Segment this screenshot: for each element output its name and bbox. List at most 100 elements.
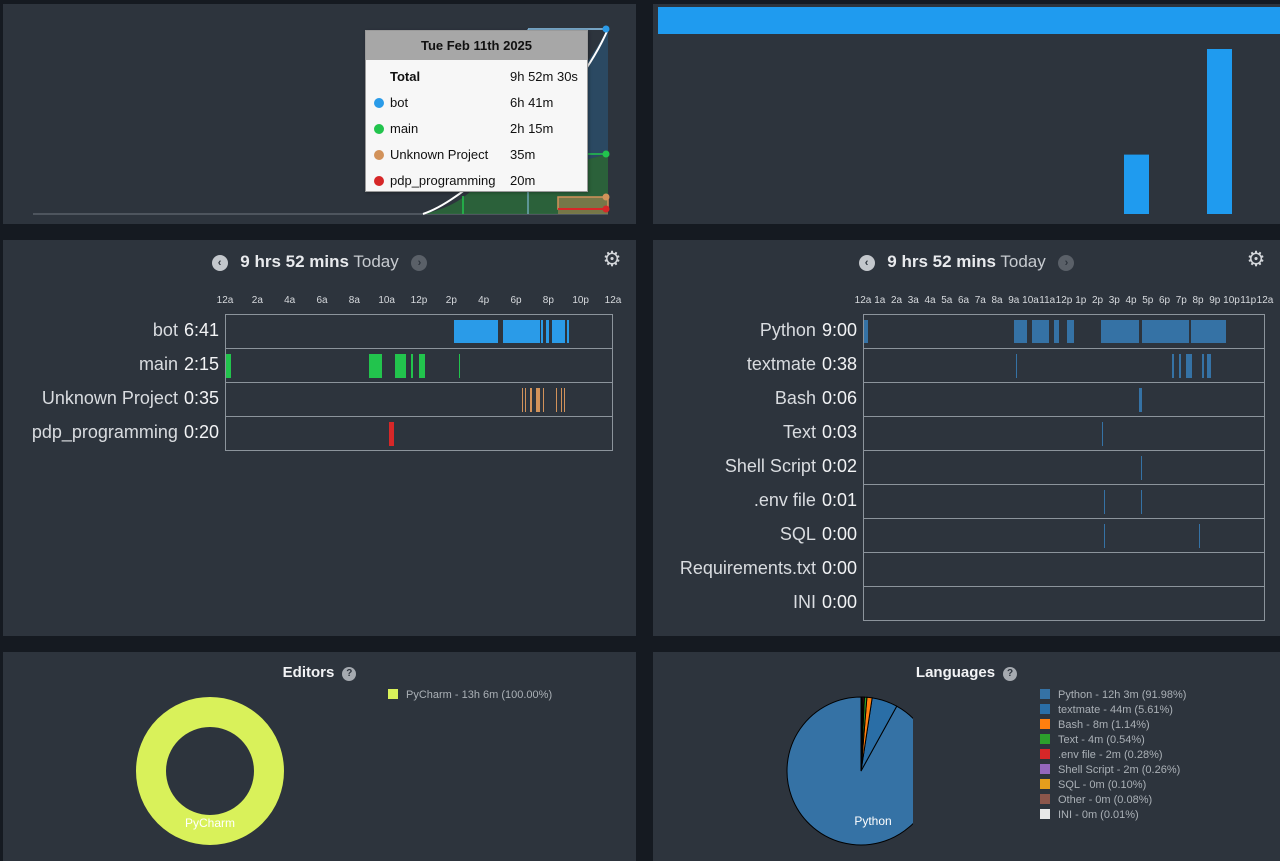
hour-tick-label: 5p	[1142, 295, 1154, 306]
language-legend-item[interactable]: INI - 0m (0.01%)	[1040, 808, 1139, 822]
language-legend-item[interactable]: SQL - 0m (0.10%)	[1040, 778, 1146, 792]
legend-swatch	[1040, 764, 1050, 774]
timeline-row-track[interactable]	[225, 349, 613, 383]
activity-segment[interactable]	[566, 320, 569, 343]
language-legend-item[interactable]: Python - 12h 3m (91.98%)	[1040, 688, 1186, 702]
pycharm-slice[interactable]	[136, 697, 284, 845]
timeline-row-label[interactable]: Python 9:00	[760, 320, 857, 341]
legend-swatch	[1040, 689, 1050, 699]
activity-segment[interactable]	[864, 320, 869, 343]
language-legend-item[interactable]: textmate - 44m (5.61%)	[1040, 703, 1173, 717]
activity-segment[interactable]	[389, 422, 395, 446]
timeline-row-label[interactable]: pdp_programming 0:20	[32, 422, 219, 443]
chevron-left-icon[interactable]: ‹	[211, 254, 228, 271]
bot-point[interactable]	[602, 25, 610, 33]
activity-segment[interactable]	[1100, 320, 1139, 343]
activity-segment[interactable]	[1067, 320, 1074, 343]
language-legend-item[interactable]: Other - 0m (0.08%)	[1040, 793, 1152, 807]
activity-segment[interactable]	[1104, 524, 1105, 548]
activity-segment[interactable]	[525, 388, 527, 412]
timeline-row-label[interactable]: Unknown Project 0:35	[42, 388, 219, 409]
language-legend-item[interactable]: Shell Script - 2m (0.26%)	[1040, 763, 1180, 777]
tooltip-series-value: 20m	[510, 173, 536, 188]
activity-segment[interactable]	[1140, 490, 1142, 514]
timeline-row-track[interactable]	[863, 349, 1265, 383]
timeline-row-label[interactable]: textmate 0:38	[747, 354, 857, 375]
timeline-row-label[interactable]: Shell Script 0:02	[725, 456, 857, 477]
gear-icon[interactable]: ⚙	[1246, 249, 1266, 270]
chevron-right-icon[interactable]: ›	[1058, 254, 1075, 271]
unknown-point[interactable]	[602, 193, 610, 201]
activity-segment[interactable]	[1139, 388, 1143, 412]
activity-segment[interactable]	[1142, 320, 1189, 343]
activity-segment[interactable]	[1054, 320, 1059, 343]
activity-segment[interactable]	[1015, 354, 1018, 378]
language-legend-item[interactable]: .env file - 2m (0.28%)	[1040, 748, 1163, 762]
activity-segment[interactable]	[1190, 320, 1226, 343]
gear-icon[interactable]: ⚙	[602, 249, 622, 270]
language-legend-item[interactable]: Bash - 8m (1.14%)	[1040, 718, 1150, 732]
pdp-point[interactable]	[602, 205, 610, 213]
daily-bar[interactable]	[1207, 49, 1232, 214]
activity-segment[interactable]	[1140, 456, 1143, 480]
activity-segment[interactable]	[521, 388, 523, 412]
timeline-row-track[interactable]	[863, 417, 1265, 451]
activity-segment[interactable]	[546, 320, 550, 343]
activity-segment[interactable]	[459, 354, 461, 378]
activity-segment[interactable]	[536, 388, 541, 412]
activity-segment[interactable]	[419, 354, 426, 378]
timeline-row-label[interactable]: main 2:15	[139, 354, 219, 375]
timeline-row-label[interactable]: INI 0:00	[793, 592, 857, 613]
activity-segment[interactable]	[410, 354, 413, 378]
timeline-row-label[interactable]: bot 6:41	[153, 320, 219, 341]
timeline-row-label[interactable]: Text 0:03	[783, 422, 857, 443]
timeline-row-track[interactable]	[225, 383, 613, 417]
projects-date-nav: ‹ 9 hrs 52 mins Today ›	[3, 250, 636, 274]
activity-segment[interactable]	[1199, 524, 1200, 548]
timeline-row-label[interactable]: SQL 0:00	[780, 524, 857, 545]
daily-bar[interactable]	[1124, 154, 1149, 214]
activity-segment[interactable]	[1202, 354, 1204, 378]
timeline-row-track[interactable]	[225, 314, 613, 349]
timeline-row-track[interactable]	[863, 587, 1265, 621]
activity-segment[interactable]	[1172, 354, 1174, 378]
timeline-row-label[interactable]: .env file 0:01	[754, 490, 857, 511]
main-point[interactable]	[602, 150, 610, 158]
timeline-row-track[interactable]	[863, 383, 1265, 417]
question-circle-icon[interactable]: ?	[1003, 667, 1018, 681]
activity-segment[interactable]	[394, 354, 407, 378]
activity-segment[interactable]	[541, 320, 543, 343]
timeline-row-track[interactable]	[863, 314, 1265, 349]
chevron-right-icon[interactable]: ›	[411, 254, 428, 271]
row-time: 0:00	[821, 524, 857, 544]
activity-segment[interactable]	[542, 388, 545, 412]
timeline-row-label[interactable]: Requirements.txt 0:00	[680, 558, 857, 579]
chevron-left-icon[interactable]: ‹	[858, 254, 875, 271]
activity-segment[interactable]	[1014, 320, 1028, 343]
pie-slice[interactable]	[786, 696, 913, 846]
activity-segment[interactable]	[560, 388, 562, 412]
activity-segment[interactable]	[1101, 422, 1104, 446]
activity-segment[interactable]	[1207, 354, 1211, 378]
activity-segment[interactable]	[529, 388, 532, 412]
language-legend-item[interactable]: Text - 4m (0.54%)	[1040, 733, 1145, 747]
activity-segment[interactable]	[369, 354, 382, 378]
projects-total-time: 9 hrs 52 mins	[240, 252, 349, 271]
activity-segment[interactable]	[1185, 354, 1193, 378]
activity-segment[interactable]	[555, 388, 557, 412]
activity-segment[interactable]	[1032, 320, 1049, 343]
timeline-row-label[interactable]: Bash 0:06	[775, 388, 857, 409]
activity-segment[interactable]	[454, 320, 498, 343]
activity-segment[interactable]	[552, 320, 566, 343]
row-time: 2:15	[183, 354, 219, 374]
activity-segment[interactable]	[1179, 354, 1181, 378]
activity-segment[interactable]	[563, 388, 565, 412]
timeline-row-track[interactable]	[863, 553, 1265, 587]
activity-segment[interactable]	[226, 354, 231, 378]
timeline-row-track[interactable]	[225, 417, 613, 451]
activity-segment[interactable]	[502, 320, 540, 343]
timeline-row-track[interactable]	[863, 485, 1265, 519]
timeline-row-track[interactable]	[863, 519, 1265, 553]
timeline-row-track[interactable]	[863, 451, 1265, 485]
activity-segment[interactable]	[1104, 490, 1105, 514]
